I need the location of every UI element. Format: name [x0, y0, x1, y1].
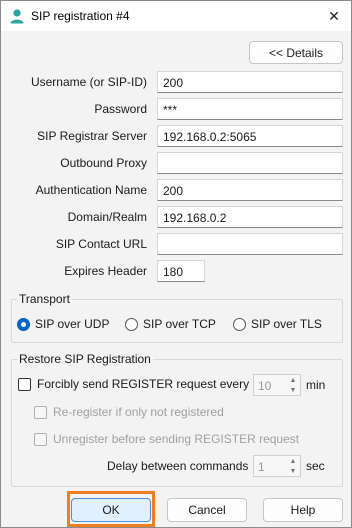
user-icon: [9, 8, 25, 24]
radio-sip-tls-label: SIP over TLS: [251, 317, 322, 331]
unregister-label: Unregister before sending REGISTER reque…: [53, 432, 300, 446]
radio-sip-tls[interactable]: SIP over TLS: [233, 317, 322, 331]
details-button[interactable]: << Details: [249, 41, 343, 64]
expires-label: Expires Header: [64, 264, 147, 278]
help-button[interactable]: Help: [263, 498, 343, 522]
radio-sip-udp[interactable]: SIP over UDP: [17, 317, 109, 331]
contact-url-label: SIP Contact URL: [55, 237, 147, 251]
checkbox-box: [18, 377, 31, 391]
auth-name-field[interactable]: 200: [157, 179, 343, 201]
reregister-checkbox[interactable]: Re-register if only not registered: [34, 405, 224, 419]
sip-registration-dialog: SIP registration #4 ✕ << Details Usernam…: [0, 0, 352, 528]
reregister-label: Re-register if only not registered: [53, 405, 224, 419]
contact-url-field[interactable]: [157, 233, 343, 255]
spin-up-icon[interactable]: ▲: [286, 375, 300, 385]
radio-indicator: [125, 317, 138, 331]
registrar-server-label: SIP Registrar Server: [37, 129, 147, 143]
username-label: Username (or SIP-ID): [30, 75, 147, 89]
force-interval-unit: min: [306, 378, 326, 392]
title-bar: SIP registration #4 ✕: [1, 1, 351, 31]
domain-realm-field[interactable]: 192.168.0.2: [157, 206, 343, 228]
checkbox-box: [34, 432, 47, 446]
delay-unit: sec: [306, 459, 325, 473]
restore-group-title: Restore SIP Registration: [17, 352, 153, 366]
close-button[interactable]: ✕: [317, 1, 351, 31]
radio-selected-indicator: [17, 317, 30, 331]
force-interval-value: 10: [258, 379, 272, 393]
force-register-checkbox[interactable]: Forcibly send REGISTER request every: [18, 377, 249, 391]
delay-label: Delay between commands: [107, 459, 249, 473]
spin-down-icon[interactable]: ▼: [286, 385, 300, 395]
delay-value: 1: [258, 460, 265, 474]
window-title: SIP registration #4: [31, 9, 130, 23]
force-interval-spinner[interactable]: 10 ▲ ▼: [253, 374, 301, 396]
delay-spinner[interactable]: 1 ▲ ▼: [253, 455, 301, 477]
outbound-proxy-label: Outbound Proxy: [60, 156, 147, 170]
username-field[interactable]: 200: [157, 71, 343, 93]
password-field[interactable]: ***: [157, 98, 343, 120]
transport-group-title: Transport: [17, 292, 72, 306]
cancel-button[interactable]: Cancel: [167, 498, 247, 522]
outbound-proxy-field[interactable]: [157, 152, 343, 174]
close-icon: ✕: [328, 7, 340, 24]
password-label: Password: [94, 102, 147, 116]
ok-button[interactable]: OK: [71, 498, 151, 522]
spin-up-icon[interactable]: ▲: [286, 456, 300, 466]
expires-field[interactable]: 180: [157, 260, 205, 282]
checkbox-box: [34, 405, 47, 419]
auth-name-label: Authentication Name: [35, 183, 147, 197]
unregister-checkbox[interactable]: Unregister before sending REGISTER reque…: [34, 432, 299, 446]
radio-sip-udp-label: SIP over UDP: [35, 317, 110, 331]
radio-indicator: [233, 317, 246, 331]
radio-sip-tcp-label: SIP over TCP: [143, 317, 216, 331]
registrar-server-field[interactable]: 192.168.0.2:5065: [157, 125, 343, 147]
spin-down-icon[interactable]: ▼: [286, 466, 300, 476]
radio-sip-tcp[interactable]: SIP over TCP: [125, 317, 216, 331]
force-register-label: Forcibly send REGISTER request every: [37, 377, 250, 391]
domain-realm-label: Domain/Realm: [67, 210, 147, 224]
